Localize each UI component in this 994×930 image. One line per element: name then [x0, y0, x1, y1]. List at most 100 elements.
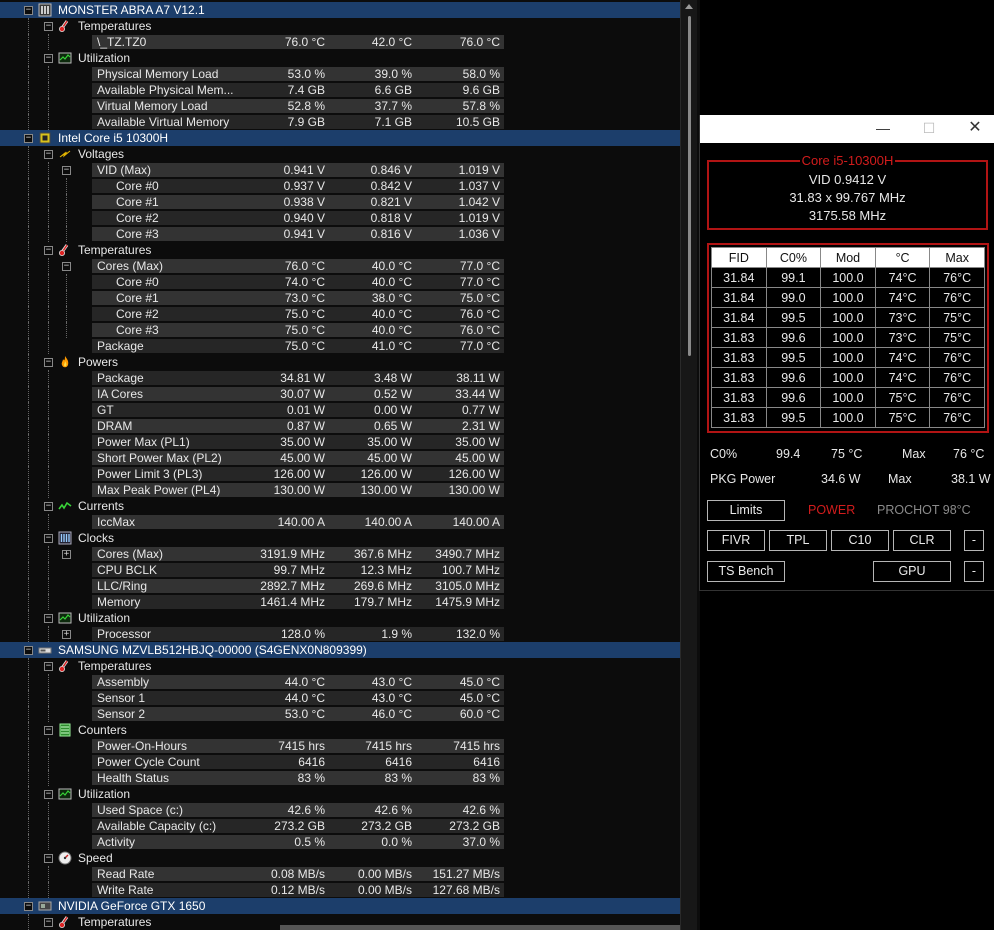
collapse-icon[interactable]: − [44, 246, 53, 255]
sensor-row[interactable]: Power Limit 3 (PL3) 126.00 W 126.00 W 126.0… [0, 466, 680, 482]
collapse-icon[interactable]: − [44, 790, 53, 799]
sensor-row[interactable]: IccMax 140.00 A 140.00 A 140.00 A [0, 514, 680, 530]
sensor-group-row[interactable]: − Utilization [0, 610, 680, 626]
sensor-row[interactable]: Activity 0.5 % 0.0 % 37.0 % [0, 834, 680, 850]
sensor-row[interactable]: Short Power Max (PL2) 45.00 W 45.00 W 45.00… [0, 450, 680, 466]
sensor-group-row[interactable]: − Currents [0, 498, 680, 514]
sensor-row[interactable]: Max Peak Power (PL4) 130.00 W 130.00 W 130.… [0, 482, 680, 498]
gpu-dash-button[interactable]: - [964, 561, 984, 582]
sensor-row[interactable]: Health Status 83 % 83 % 83 % [0, 770, 680, 786]
scrollbar-thumb[interactable] [688, 16, 691, 356]
sensor-row[interactable]: GT 0.01 W 0.00 W 0.77 W [0, 402, 680, 418]
sensor-group-row[interactable]: − Counters [0, 722, 680, 738]
sensor-row[interactable]: Core #2 0.940 V 0.818 V 1.019 V [0, 210, 680, 226]
minimize-button[interactable]: — [860, 115, 906, 143]
sensor-group-row[interactable]: − Temperatures [0, 18, 680, 34]
sensor-row[interactable]: Core #1 73.0 °C 38.0 °C 75.0 °C [0, 290, 680, 306]
sensor-row[interactable]: Sensor 1 44.0 °C 43.0 °C 45.0 °C [0, 690, 680, 706]
collapse-icon[interactable]: − [44, 150, 53, 159]
sensor-row[interactable]: Read Rate 0.08 MB/s 0.00 MB/s 151.27 MB/s [0, 866, 680, 882]
collapse-icon[interactable]: − [44, 22, 53, 31]
collapse-icon[interactable]: − [24, 646, 33, 655]
sensor-row[interactable]: Write Rate 0.12 MB/s 0.00 MB/s 127.68 MB/s [0, 882, 680, 898]
sensor-row[interactable]: \_TZ.TZ0 76.0 °C 42.0 °C 76.0 °C [0, 34, 680, 50]
collapse-icon[interactable]: − [44, 662, 53, 671]
sensor-row[interactable]: − Cores (Max) 76.0 °C 40.0 °C 77.0 °C [0, 258, 680, 274]
sensor-row[interactable]: Power-On-Hours 7415 hrs 7415 hrs 7415 hrs [0, 738, 680, 754]
sensor-row[interactable]: Power Max (PL1) 35.00 W 35.00 W 35.00 W [0, 434, 680, 450]
sensor-row[interactable]: Memory 1461.4 MHz 179.7 MHz 1475.9 MHz [0, 594, 680, 610]
sensor-row[interactable]: − VID (Max) 0.941 V 0.846 V 1.019 V [0, 162, 680, 178]
limits-button[interactable]: Limits [707, 500, 785, 521]
sensor-row[interactable]: IA Cores 30.07 W 0.52 W 33.44 W [0, 386, 680, 402]
sensor-row[interactable]: CPU BCLK 99.7 MHz 12.3 MHz 100.7 MHz [0, 562, 680, 578]
sensor-label: CPU BCLK [97, 563, 158, 577]
core-cell: 74°C [874, 367, 931, 388]
sensor-row[interactable]: Core #3 0.941 V 0.816 V 1.036 V [0, 226, 680, 242]
collapse-icon[interactable]: − [44, 614, 53, 623]
sensor-group-row[interactable]: − Clocks [0, 530, 680, 546]
minimum-value: 83 % [384, 771, 412, 785]
collapse-icon[interactable]: − [44, 726, 53, 735]
horizontal-scrollbar-thumb[interactable] [280, 925, 680, 930]
collapse-icon[interactable]: − [24, 902, 33, 911]
sensor-row[interactable]: Available Physical Mem... 7.4 GB 6.6 GB 9.6… [0, 82, 680, 98]
title-bar[interactable]: — ☐ ✕ [700, 115, 994, 143]
sensor-group-row[interactable]: − Voltages [0, 146, 680, 162]
collapse-icon[interactable]: − [44, 534, 53, 543]
tree-connector [66, 306, 67, 322]
sensor-row[interactable]: LLC/Ring 2892.7 MHz 269.6 MHz 3105.0 MHz [0, 578, 680, 594]
sensor-group-row[interactable]: − Utilization [0, 50, 680, 66]
sensor-group-row[interactable]: − Powers [0, 354, 680, 370]
sensor-row[interactable]: + Processor 128.0 % 1.9 % 132.0 % [0, 626, 680, 642]
vertical-scrollbar[interactable] [680, 0, 697, 930]
sensor-group-row[interactable]: − Speed [0, 850, 680, 866]
sensor-row[interactable]: Core #3 75.0 °C 40.0 °C 76.0 °C [0, 322, 680, 338]
device-row[interactable]: − Intel Core i5 10300H [0, 130, 680, 146]
sensor-row[interactable]: Physical Memory Load 53.0 % 39.0 % 58.0 % [0, 66, 680, 82]
device-row[interactable]: − SAMSUNG MZVLB512HBJQ-00000 (S4GENX0N809… [0, 642, 680, 658]
sensor-group-row[interactable]: − Temperatures [0, 658, 680, 674]
expand-icon[interactable]: + [62, 550, 71, 559]
sensor-row[interactable]: Available Virtual Memory 7.9 GB 7.1 GB 10.5… [0, 114, 680, 130]
sensor-row[interactable]: Power Cycle Count 6416 6416 6416 [0, 754, 680, 770]
c10-button[interactable]: C10 [831, 530, 889, 551]
collapse-icon[interactable]: − [44, 918, 53, 927]
sensor-row[interactable]: DRAM 0.87 W 0.65 W 2.31 W [0, 418, 680, 434]
sensor-row[interactable]: Package 75.0 °C 41.0 °C 77.0 °C [0, 338, 680, 354]
sensor-row[interactable]: Core #2 75.0 °C 40.0 °C 76.0 °C [0, 306, 680, 322]
collapse-icon[interactable]: − [62, 166, 71, 175]
tpl-button[interactable]: TPL [769, 530, 827, 551]
close-button[interactable]: ✕ [952, 115, 994, 143]
sensor-row[interactable]: Core #0 0.937 V 0.842 V 1.037 V [0, 178, 680, 194]
sensor-row[interactable]: Core #1 0.938 V 0.821 V 1.042 V [0, 194, 680, 210]
maximum-value: 273.2 GB [449, 819, 500, 833]
device-row[interactable]: − NVIDIA GeForce GTX 1650 [0, 898, 680, 914]
collapse-icon[interactable]: − [24, 6, 33, 15]
collapse-icon[interactable]: − [62, 262, 71, 271]
collapse-icon[interactable]: − [44, 854, 53, 863]
sensor-group-row[interactable]: − Temperatures [0, 242, 680, 258]
sensor-row[interactable]: Core #0 74.0 °C 40.0 °C 77.0 °C [0, 274, 680, 290]
ts-bench-button[interactable]: TS Bench [707, 561, 785, 582]
clr-button[interactable]: CLR [893, 530, 951, 551]
sensor-row[interactable]: Package 34.81 W 3.48 W 38.11 W [0, 370, 680, 386]
sensor-row[interactable]: Sensor 2 53.0 °C 46.0 °C 60.0 °C [0, 706, 680, 722]
sensor-row[interactable]: Assembly 44.0 °C 43.0 °C 45.0 °C [0, 674, 680, 690]
maximize-button[interactable]: ☐ [906, 115, 952, 143]
sensor-row[interactable]: Used Space (c:) 42.6 % 42.6 % 42.6 % [0, 802, 680, 818]
sensor-row[interactable]: Virtual Memory Load 52.8 % 37.7 % 57.8 % [0, 98, 680, 114]
scroll-up-arrow-icon[interactable] [685, 4, 693, 9]
options-dash-button[interactable]: - [964, 530, 984, 551]
expand-icon[interactable]: + [62, 630, 71, 639]
collapse-icon[interactable]: − [44, 358, 53, 367]
collapse-icon[interactable]: − [44, 502, 53, 511]
sensor-group-row[interactable]: − Utilization [0, 786, 680, 802]
sensor-row[interactable]: Available Capacity (c:) 273.2 GB 273.2 GB 2… [0, 818, 680, 834]
device-row[interactable]: − MONSTER ABRA A7 V12.1 [0, 2, 680, 18]
fivr-button[interactable]: FIVR [707, 530, 765, 551]
gpu-button[interactable]: GPU [873, 561, 951, 582]
sensor-row[interactable]: + Cores (Max) 3191.9 MHz 367.6 MHz 3490.7 MH… [0, 546, 680, 562]
collapse-icon[interactable]: − [44, 54, 53, 63]
collapse-icon[interactable]: − [24, 134, 33, 143]
